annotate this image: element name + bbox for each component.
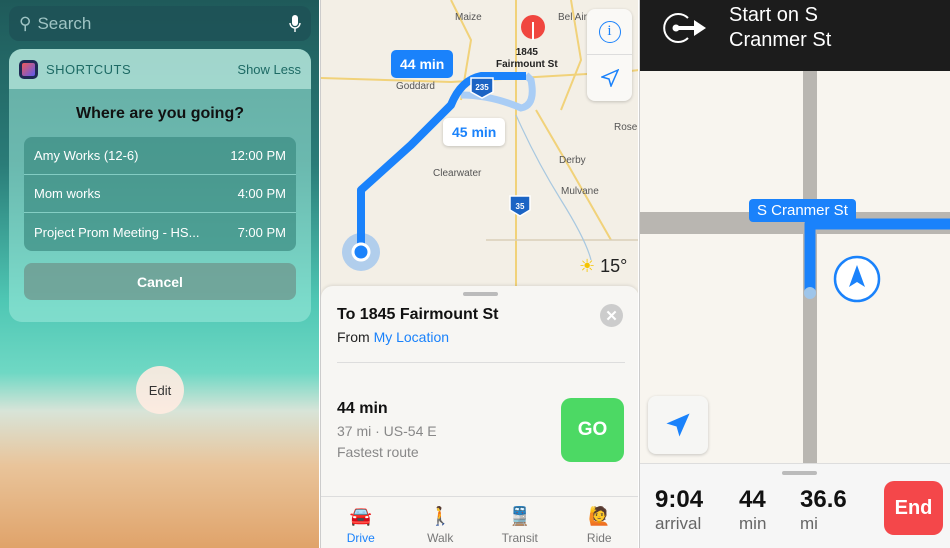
route-duration: 44 min bbox=[337, 400, 388, 417]
route-note: Fastest route bbox=[337, 444, 419, 460]
car-icon: 🚘 bbox=[349, 506, 372, 526]
user-heading-icon bbox=[833, 255, 881, 303]
sheet-grabber[interactable] bbox=[782, 471, 817, 475]
from-label: From bbox=[337, 329, 370, 345]
widget-screen: ⚲ Search SHORTCUTS Show Less Where are y… bbox=[0, 0, 319, 548]
list-item[interactable]: Amy Works (12-6) 12:00 PM bbox=[24, 137, 296, 175]
edit-button[interactable]: Edit bbox=[136, 366, 184, 414]
search-input[interactable]: ⚲ Search bbox=[9, 6, 311, 41]
tab-label: Drive bbox=[346, 531, 375, 545]
arrival-time: 9:04 bbox=[655, 486, 704, 513]
location-arrow-icon bbox=[666, 413, 690, 437]
destination-pin bbox=[521, 15, 545, 40]
route-44-min-bubble[interactable]: 44 min bbox=[391, 50, 454, 78]
sheet-title: To 1845 Fairmount St bbox=[337, 306, 499, 323]
list-item[interactable]: Mom works 4:00 PM bbox=[24, 175, 296, 213]
end-button[interactable]: End bbox=[884, 481, 943, 535]
place-label: Derby bbox=[559, 155, 586, 166]
tab-walk[interactable]: 🚶 Walk bbox=[401, 497, 481, 548]
close-button[interactable]: ✕ bbox=[600, 304, 623, 327]
route-45-min-bubble[interactable]: 45 min bbox=[443, 118, 506, 146]
trip-stats: 9:04 arrival 44 min 36.6 mi End bbox=[640, 463, 950, 548]
tab-label: Walk bbox=[427, 531, 454, 545]
widget-app-name: SHORTCUTS bbox=[46, 61, 132, 77]
location-button[interactable] bbox=[587, 55, 632, 101]
sheet-grabber[interactable] bbox=[463, 292, 498, 296]
arrival-label: arrival bbox=[655, 514, 702, 533]
divider bbox=[337, 362, 625, 363]
distance-stat: 36.6 mi bbox=[800, 486, 847, 534]
recenter-button[interactable] bbox=[648, 396, 708, 454]
microphone-icon[interactable] bbox=[289, 14, 301, 33]
item-label: Mom works bbox=[34, 186, 101, 201]
tab-label: Ride bbox=[586, 531, 612, 545]
list-item[interactable]: Project Prom Meeting - HS... 7:00 PM bbox=[24, 213, 296, 251]
minutes-label: min bbox=[739, 514, 767, 533]
go-button[interactable]: GO bbox=[561, 398, 624, 462]
info-icon: i bbox=[598, 20, 621, 43]
transport-tabs: 🚘 Drive 🚶 Walk 🚆 Transit 🙋 Ride bbox=[321, 496, 638, 548]
highway-35-shield: 35 bbox=[509, 195, 531, 217]
item-time: 12:00 PM bbox=[230, 148, 286, 163]
item-label: Amy Works (12-6) bbox=[34, 148, 139, 163]
arrival-stat: 9:04 arrival bbox=[655, 486, 703, 534]
route-details: 37 mi · US-54 E bbox=[337, 423, 437, 439]
show-less-button[interactable]: Show Less bbox=[237, 62, 301, 77]
map-controls: i bbox=[587, 9, 632, 101]
item-time: 7:00 PM bbox=[237, 224, 286, 240]
current-location-dot bbox=[351, 242, 371, 262]
shortcuts-widget: SHORTCUTS Show Less Where are you going?… bbox=[9, 49, 311, 322]
street-label: S Cranmer St bbox=[749, 199, 856, 222]
weather: ☀ 15° bbox=[579, 256, 627, 277]
directions-screen: 235 35 Maize Bel Aire Goddard Rose Derby… bbox=[320, 0, 638, 548]
shortcuts-app-icon bbox=[19, 59, 38, 79]
place-label: Rose bbox=[614, 122, 638, 133]
place-label: Goddard bbox=[396, 81, 435, 92]
from-location-link[interactable]: My Location bbox=[374, 329, 449, 345]
start-turn-icon bbox=[663, 13, 706, 43]
temperature: 15° bbox=[600, 256, 628, 276]
widget-question: Where are you going? bbox=[75, 105, 244, 122]
minutes-stat: 44 min bbox=[739, 486, 766, 534]
sun-icon: ☀ bbox=[579, 256, 596, 276]
distance-value: 36.6 bbox=[800, 486, 847, 513]
place-label: Maize bbox=[455, 12, 482, 23]
tab-label: Transit bbox=[501, 531, 538, 545]
directions-sheet: To 1845 Fairmount St From My Location ✕ … bbox=[321, 286, 638, 548]
destination-label: 1845 Fairmount St bbox=[496, 47, 558, 70]
distance-label: mi bbox=[800, 514, 818, 533]
svg-text:235: 235 bbox=[475, 83, 489, 92]
tab-drive[interactable]: 🚘 Drive bbox=[321, 497, 401, 548]
tab-transit[interactable]: 🚆 Transit bbox=[480, 497, 560, 548]
item-label: Project Prom Meeting - HS... bbox=[34, 224, 200, 240]
place-label: Clearwater bbox=[433, 168, 482, 179]
navigation-screen: S Cranmer St Start on S Cranmer St 9:04 a… bbox=[639, 0, 950, 548]
instruction-banner: Start on S Cranmer St bbox=[640, 0, 950, 71]
location-arrow-icon bbox=[600, 69, 619, 87]
item-time: 4:00 PM bbox=[237, 186, 286, 201]
place-label: Mulvane bbox=[561, 186, 599, 197]
cancel-button[interactable]: Cancel bbox=[24, 263, 296, 300]
tab-ride[interactable]: 🙋 Ride bbox=[560, 497, 639, 548]
hail-icon: 🙋 bbox=[588, 506, 611, 526]
close-icon: ✕ bbox=[605, 307, 618, 325]
search-icon: ⚲ bbox=[19, 13, 32, 33]
walk-icon: 🚶 bbox=[429, 506, 452, 526]
minutes-value: 44 bbox=[739, 486, 766, 513]
svg-text:35: 35 bbox=[516, 202, 525, 211]
info-button[interactable]: i bbox=[587, 9, 632, 55]
train-icon: 🚆 bbox=[508, 506, 531, 526]
instruction-text: Start on S Cranmer St bbox=[729, 4, 832, 51]
